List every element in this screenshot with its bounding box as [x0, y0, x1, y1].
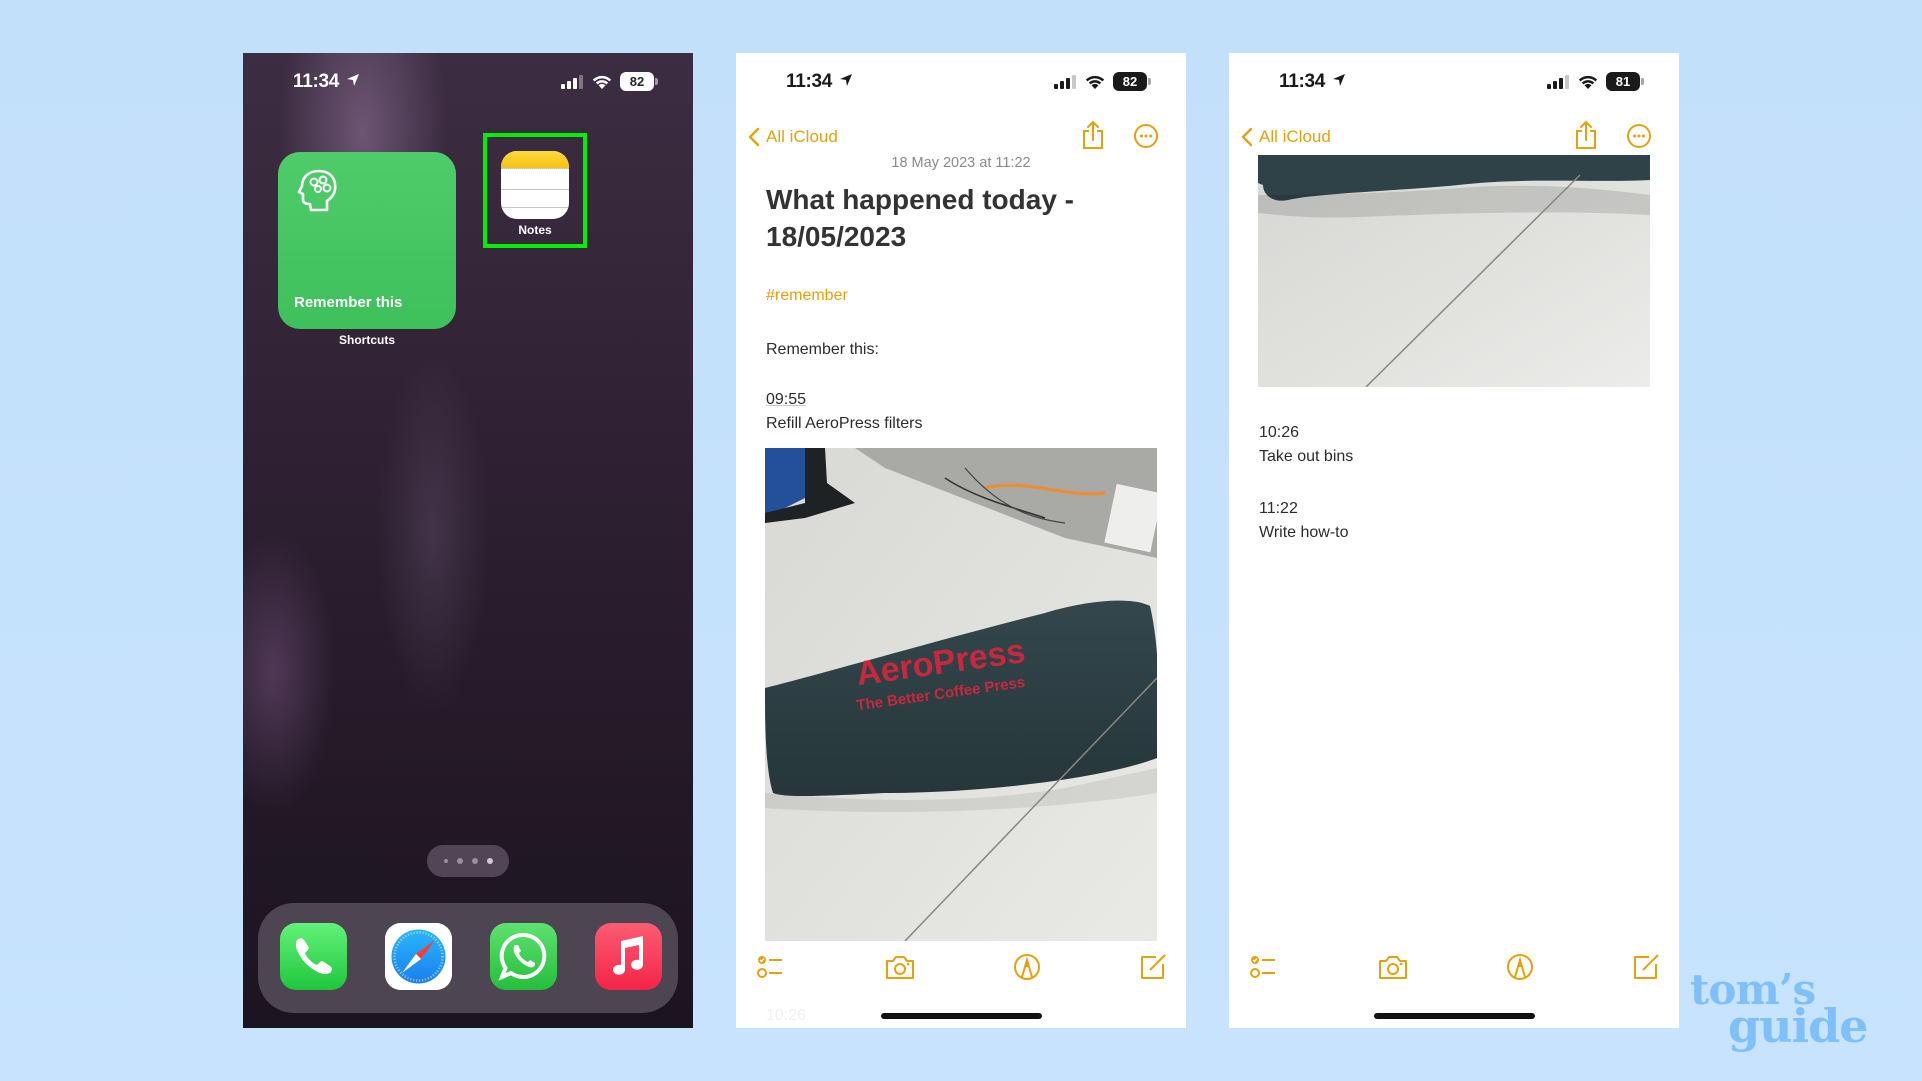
camera-icon — [886, 956, 914, 979]
bottom-toolbar — [736, 951, 1186, 991]
battery-indicator: 82 — [1113, 72, 1147, 91]
wifi-icon — [1085, 75, 1105, 89]
note-title[interactable]: What happened today - 18/05/2023 — [766, 181, 1166, 255]
battery-indicator: 82 — [620, 72, 654, 91]
battery-nub — [1148, 78, 1151, 85]
status-time: 11:34 — [293, 71, 340, 92]
back-label: All iCloud — [1259, 127, 1331, 146]
camera-icon — [1379, 956, 1407, 979]
brain-head-icon — [297, 169, 337, 212]
location-arrow-icon — [347, 74, 359, 86]
music-note-icon — [595, 923, 662, 990]
location-arrow-icon — [840, 74, 852, 86]
markup-pen-icon — [1507, 954, 1533, 980]
wifi-icon — [592, 75, 612, 89]
note-tag[interactable]: #remember — [766, 287, 848, 305]
cellular-signal-icon — [1547, 75, 1569, 89]
compose-button[interactable] — [1629, 951, 1661, 983]
back-label: All iCloud — [766, 127, 838, 146]
notes-screen-scrolled: 11:34 81 All iCloud 10:26 Take out bins … — [1229, 53, 1679, 1028]
location-arrow-icon — [1333, 74, 1345, 86]
checklist-button[interactable] — [1249, 951, 1281, 983]
chevron-left-icon — [1241, 127, 1253, 147]
entry-text: Take out bins — [1259, 448, 1354, 465]
notes-screen-top: 11:34 82 All iCloud 18 May 2023 at 11:22… — [736, 53, 1186, 1028]
status-bar: 11:34 82 — [736, 67, 1186, 97]
more-ellipsis-icon[interactable] — [1626, 123, 1652, 149]
note-entry[interactable]: 10:26 Take out bins — [1259, 421, 1353, 469]
notes-icon — [501, 151, 569, 219]
logo-line2: guide — [1728, 999, 1869, 1053]
markup-button[interactable] — [1011, 951, 1043, 983]
entry-time: 10:26 — [1259, 424, 1300, 441]
notes-app-icon-highlighted[interactable]: Notes — [483, 133, 587, 248]
chevron-left-icon — [748, 127, 760, 147]
note-date: 18 May 2023 at 11:22 — [891, 155, 1031, 171]
status-bar: 11:34 82 — [243, 67, 693, 97]
dock-app-music[interactable] — [595, 923, 662, 990]
note-photo-aeropress[interactable]: AeroPress The Better Coffee Press — [765, 448, 1157, 941]
status-time: 11:34 — [1279, 71, 1326, 92]
home-screen: 11:34 82 Remember this Shortcuts Notes — [243, 53, 693, 1028]
checklist-icon — [757, 956, 782, 978]
entry-text: Refill AeroPress filters — [766, 415, 923, 432]
dock-app-safari[interactable] — [385, 923, 452, 990]
home-indicator[interactable] — [1374, 1013, 1535, 1019]
widget-caption: Shortcuts — [338, 333, 395, 347]
checklist-icon — [1250, 956, 1275, 978]
back-button-all-icloud[interactable]: All iCloud — [1241, 119, 1331, 155]
safari-compass-icon — [385, 923, 452, 990]
status-bar: 11:34 81 — [1229, 53, 1679, 113]
aeropress-photo-bottom — [1258, 155, 1650, 387]
bottom-toolbar — [1229, 951, 1679, 991]
status-time: 11:34 — [786, 71, 833, 92]
markup-button[interactable] — [1504, 951, 1536, 983]
widget-label: Remember this — [294, 294, 403, 311]
nav-bar: All iCloud — [1229, 113, 1679, 155]
phone-icon — [280, 923, 347, 990]
share-icon[interactable] — [1573, 120, 1599, 150]
page-indicator[interactable] — [427, 845, 509, 877]
note-photo-aeropress-scrolled[interactable] — [1258, 155, 1650, 387]
share-icon[interactable] — [1080, 120, 1106, 150]
battery-nub — [1641, 78, 1644, 85]
compose-button[interactable] — [1136, 951, 1168, 983]
dock-app-whatsapp[interactable] — [490, 923, 557, 990]
nav-bar: All iCloud — [736, 119, 1186, 155]
toms-guide-logo: tom’s guide — [1690, 969, 1890, 1053]
home-indicator[interactable] — [881, 1013, 1042, 1019]
battery-nub — [655, 78, 658, 85]
whatsapp-icon — [490, 923, 557, 990]
more-ellipsis-icon[interactable] — [1133, 123, 1159, 149]
aeropress-photo: AeroPress The Better Coffee Press — [765, 448, 1157, 941]
battery-indicator: 81 — [1606, 72, 1640, 91]
notes-app-label: Notes — [518, 223, 552, 237]
note-intro[interactable]: Remember this: — [766, 338, 879, 362]
wifi-icon — [1578, 75, 1598, 89]
entry-time: 11:22 — [1259, 500, 1298, 517]
markup-pen-icon — [1014, 954, 1040, 980]
cellular-signal-icon — [561, 75, 583, 89]
back-button-all-icloud[interactable]: All iCloud — [748, 119, 838, 155]
note-entry[interactable]: 09:55 Refill AeroPress filters — [766, 388, 923, 436]
dock — [258, 903, 678, 1013]
checklist-button[interactable] — [756, 951, 788, 983]
camera-button[interactable] — [884, 951, 916, 983]
compose-icon — [1634, 954, 1659, 979]
compose-icon — [1141, 954, 1166, 979]
cellular-signal-icon — [1054, 75, 1076, 89]
entry-time: 09:55 — [766, 391, 807, 408]
note-entry[interactable]: 11:22 Write how-to — [1259, 497, 1349, 545]
dock-app-phone[interactable] — [280, 923, 347, 990]
camera-button[interactable] — [1377, 951, 1409, 983]
entry-text: Write how-to — [1259, 524, 1349, 541]
shortcut-widget-remember-this[interactable]: Remember this — [278, 152, 456, 329]
ghost-entry-time: 10:26 — [766, 1007, 807, 1024]
